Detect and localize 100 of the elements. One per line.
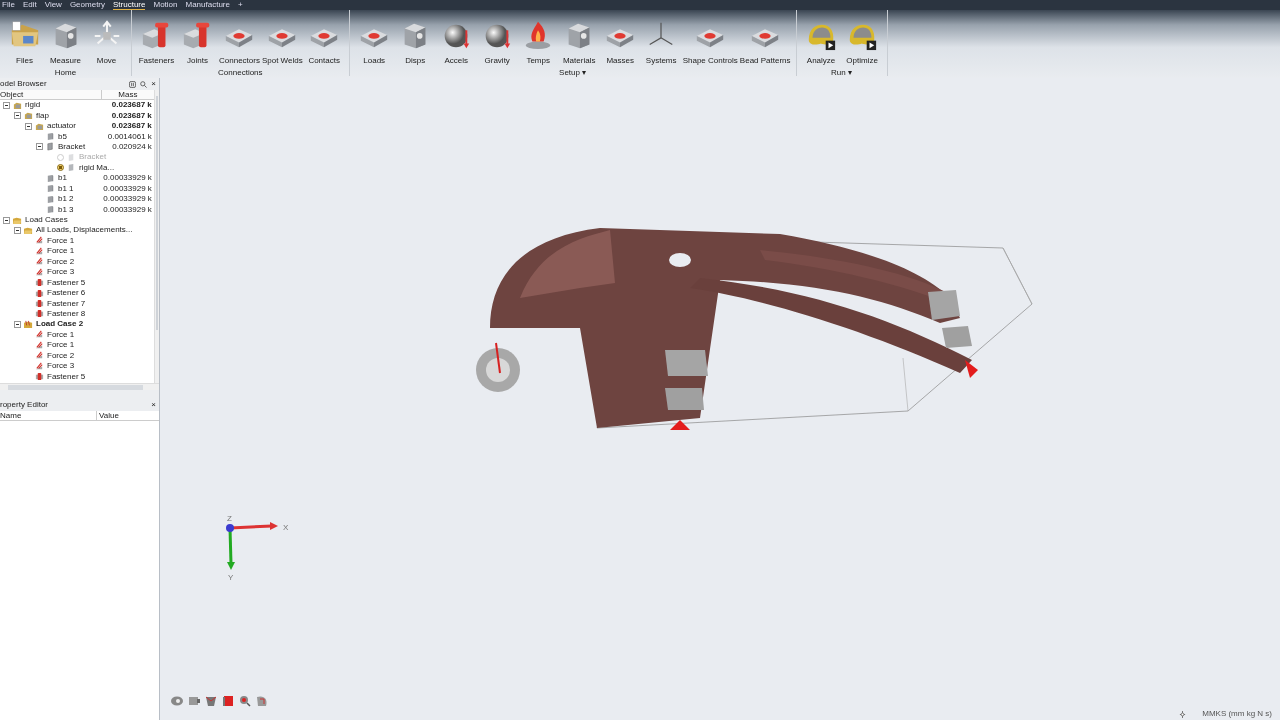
ribbon-tool-button[interactable]: Accels	[435, 10, 477, 67]
tree-item-label[interactable]: Force 1	[47, 328, 75, 341]
tree-item-label[interactable]: Bracket	[58, 140, 86, 153]
tree-item-label[interactable]: rigid	[25, 100, 41, 112]
tree-item-label[interactable]: Force 3	[47, 266, 75, 279]
expand-toggle[interactable]	[3, 101, 10, 109]
tree-item-label[interactable]: Force 1	[47, 339, 75, 352]
ribbon-tool-button[interactable]: Disps	[394, 10, 436, 67]
eye-icon	[168, 694, 185, 708]
group-label: Setup ▾	[559, 67, 587, 79]
mass-value: 0.023687 k	[111, 121, 152, 131]
folder-icon	[24, 225, 33, 235]
menu-item[interactable]: Geometry	[69, 0, 105, 10]
tree-item-label[interactable]: b1 1	[58, 182, 74, 195]
expand-toggle[interactable]	[14, 320, 21, 328]
tree-item-label[interactable]: Load Case 2	[36, 318, 84, 331]
part-icon	[46, 173, 55, 183]
column-header: Value	[98, 411, 119, 420]
view-button[interactable]	[168, 694, 185, 708]
ribbon-tool-button[interactable]: Spot Welds	[260, 10, 304, 67]
ribbon-tool-button[interactable]: Optimize	[841, 10, 883, 67]
fastener-icon	[35, 372, 44, 382]
ribbon-tool-button[interactable]: Contacts	[303, 10, 345, 67]
force-icon	[35, 257, 44, 267]
expand-toggle[interactable]	[14, 112, 21, 120]
column-header: Object	[0, 90, 102, 99]
radio-button[interactable]	[57, 164, 64, 172]
tree-item-label[interactable]: Force 2	[47, 349, 75, 362]
ribbon-tool-button[interactable]: Fasteners	[136, 10, 177, 67]
units-label: MMKS (mm kg N s)	[1202, 708, 1272, 720]
tree-item-label[interactable]: Fastener 8	[47, 307, 86, 320]
ribbon-tool-button[interactable]: Shape Controls	[681, 10, 739, 67]
force-icon	[35, 340, 44, 350]
mass-value: 0.0014061 k	[107, 131, 152, 141]
ribbon-tool-button[interactable]: Connectors	[218, 10, 261, 67]
tree-item-label[interactable]: Force 2	[47, 255, 75, 268]
tree-item-label[interactable]: Force 3	[47, 360, 75, 373]
expand-toggle[interactable]	[36, 143, 43, 151]
menu-item[interactable]: Manufacture	[185, 0, 230, 10]
tree-item-label[interactable]: Fastener 5	[47, 370, 86, 383]
menu-item[interactable]: Edit	[22, 0, 37, 10]
part-icon	[46, 205, 55, 215]
ribbon-tool-button[interactable]: Loads	[353, 10, 395, 67]
tree-item-label[interactable]: Fastener 6	[47, 287, 86, 300]
force-icon	[35, 236, 44, 246]
group-label: Run ▾	[831, 67, 852, 79]
ribbon-tool-button[interactable]: Measure	[45, 10, 86, 67]
force-icon	[35, 330, 44, 340]
ribbon-tool-button[interactable]: Materials	[558, 10, 600, 67]
mass-value: 0.00033929 k	[103, 194, 152, 204]
tree-item-label[interactable]: flap	[36, 109, 49, 122]
tree-item-label[interactable]: Force 1	[47, 245, 75, 258]
column-header: Mass	[117, 90, 139, 99]
expand-toggle[interactable]	[14, 226, 21, 234]
force-icon	[35, 246, 44, 256]
mass-value: 0.00033929 k	[103, 183, 152, 193]
part-icon	[46, 142, 55, 152]
search-icon[interactable]	[140, 80, 148, 88]
ribbon-tool-button[interactable]: Analyze	[800, 10, 842, 67]
close-button[interactable]: ×	[151, 78, 156, 90]
add-tab-button[interactable]: +	[237, 0, 243, 10]
ribbon-tool-button[interactable]: Systems	[640, 10, 682, 67]
column-header: Name	[0, 411, 97, 420]
scrollbar[interactable]	[153, 90, 159, 383]
tree-item-label[interactable]: b1 2	[58, 193, 74, 206]
tree-item-label[interactable]: Load Cases	[25, 214, 68, 227]
mass-value: 0.00033929 k	[103, 173, 152, 183]
folder-icon	[24, 319, 33, 329]
tree-item-label[interactable]: Force 1	[47, 234, 75, 247]
tree-item-label[interactable]: rigid Ma...	[79, 161, 115, 174]
ribbon-tool-button[interactable]: Files	[4, 10, 45, 67]
expand-toggle[interactable]	[25, 122, 32, 130]
ribbon-tool-button[interactable]: Temps	[517, 10, 559, 67]
expand-toggle[interactable]	[3, 216, 10, 224]
force-icon	[35, 267, 44, 277]
tree-item-label[interactable]: b1	[58, 172, 67, 185]
mass-value: 0.020924 k	[112, 141, 152, 151]
assembly-icon	[13, 100, 22, 110]
tree-item-label[interactable]: Fastener 5	[47, 276, 86, 289]
close-button[interactable]: ×	[151, 399, 156, 411]
tree-item-label[interactable]: All Loads, Displacements...	[36, 224, 133, 237]
tree-item-label[interactable]: actuator	[47, 120, 76, 133]
part-icon	[46, 184, 55, 194]
menu-item[interactable]: View	[44, 0, 62, 10]
group-label: Connections	[218, 67, 263, 79]
mass-value: 0.00033929 k	[103, 204, 152, 214]
menu-item[interactable]: File	[2, 0, 15, 10]
ribbon-tool-button[interactable]: Joints	[177, 10, 218, 67]
menu-item[interactable]: Motion	[153, 0, 178, 10]
force-icon	[35, 361, 44, 371]
ribbon-tool-button[interactable]: Gravity	[476, 10, 518, 67]
axis-label: Y	[228, 573, 234, 582]
tree-item-label[interactable]: Fastener 7	[47, 297, 86, 310]
tree-item-label[interactable]: b1 3	[58, 203, 74, 216]
ribbon-tool-button[interactable]: Move	[86, 10, 127, 67]
ribbon-tool-button[interactable]: Bead Patterns	[738, 10, 792, 67]
ribbon-tool-button[interactable]: Masses	[599, 10, 641, 67]
axis-label: Z	[227, 514, 232, 523]
tree-item-label[interactable]: b5	[58, 130, 67, 143]
filter-icon[interactable]	[129, 80, 137, 88]
